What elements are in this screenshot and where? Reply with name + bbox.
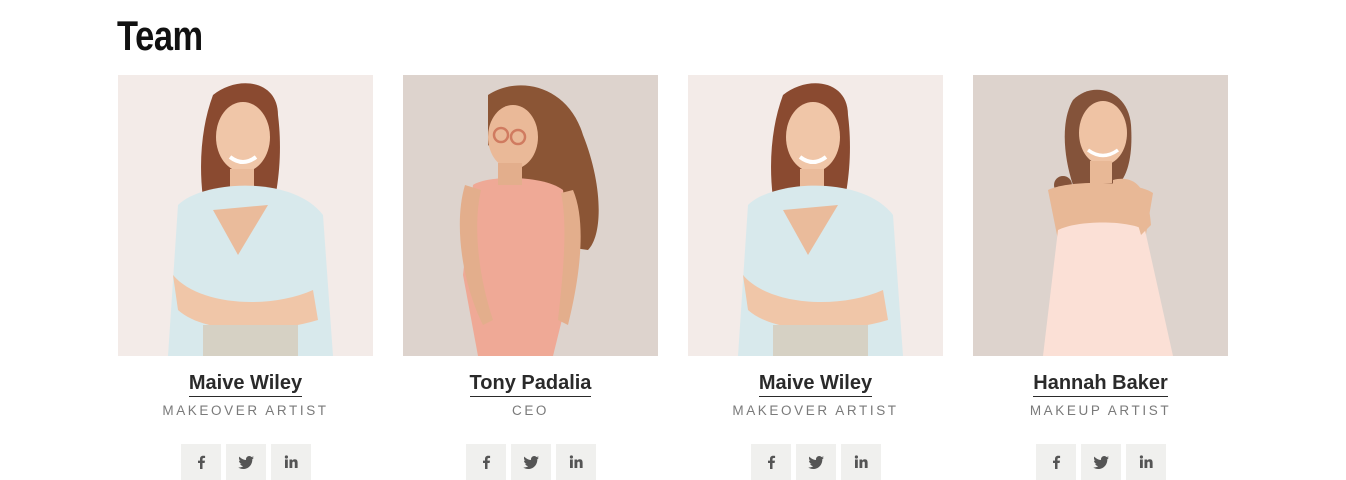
twitter-icon	[237, 455, 254, 469]
twitter-icon	[522, 455, 539, 469]
twitter-icon	[1092, 455, 1109, 469]
social-links	[688, 444, 943, 480]
facebook-icon	[482, 455, 490, 469]
facebook-icon	[1052, 455, 1060, 469]
facebook-button[interactable]	[1035, 444, 1076, 480]
social-links	[118, 444, 373, 480]
team-member-name-link[interactable]: Tony Padalia	[469, 371, 592, 397]
team-member-role: MAKEUP ARTIST	[1029, 403, 1172, 418]
social-links	[403, 444, 658, 480]
section-title: Team	[117, 12, 203, 59]
team-member-role: MAKEOVER ARTIST	[162, 403, 329, 418]
team-member-name-link[interactable]: Maive Wiley	[758, 371, 873, 397]
linkedin-icon	[569, 455, 583, 468]
twitter-icon	[807, 455, 824, 469]
team-member-photo	[688, 75, 943, 356]
linkedin-button[interactable]	[555, 444, 596, 480]
team-member-role: MAKEOVER ARTIST	[732, 403, 899, 418]
team-member-role: CEO	[511, 403, 550, 418]
twitter-button[interactable]	[1080, 444, 1121, 480]
facebook-button[interactable]	[465, 444, 506, 480]
linkedin-button[interactable]	[840, 444, 881, 480]
linkedin-button[interactable]	[270, 444, 311, 480]
facebook-button[interactable]	[180, 444, 221, 480]
facebook-icon	[197, 455, 205, 469]
linkedin-icon	[1139, 455, 1153, 468]
team-member-name-link[interactable]: Hannah Baker	[1033, 371, 1168, 397]
team-member-photo	[973, 75, 1228, 356]
team-member-name-link[interactable]: Maive Wiley	[188, 371, 303, 397]
facebook-button[interactable]	[750, 444, 791, 480]
linkedin-button[interactable]	[1125, 444, 1166, 480]
social-links	[973, 444, 1228, 480]
team-member-photo	[118, 75, 373, 356]
linkedin-icon	[854, 455, 868, 468]
twitter-button[interactable]	[795, 444, 836, 480]
team-member-photo	[403, 75, 658, 356]
twitter-button[interactable]	[225, 444, 266, 480]
linkedin-icon	[284, 455, 298, 468]
facebook-icon	[767, 455, 775, 469]
twitter-button[interactable]	[510, 444, 551, 480]
